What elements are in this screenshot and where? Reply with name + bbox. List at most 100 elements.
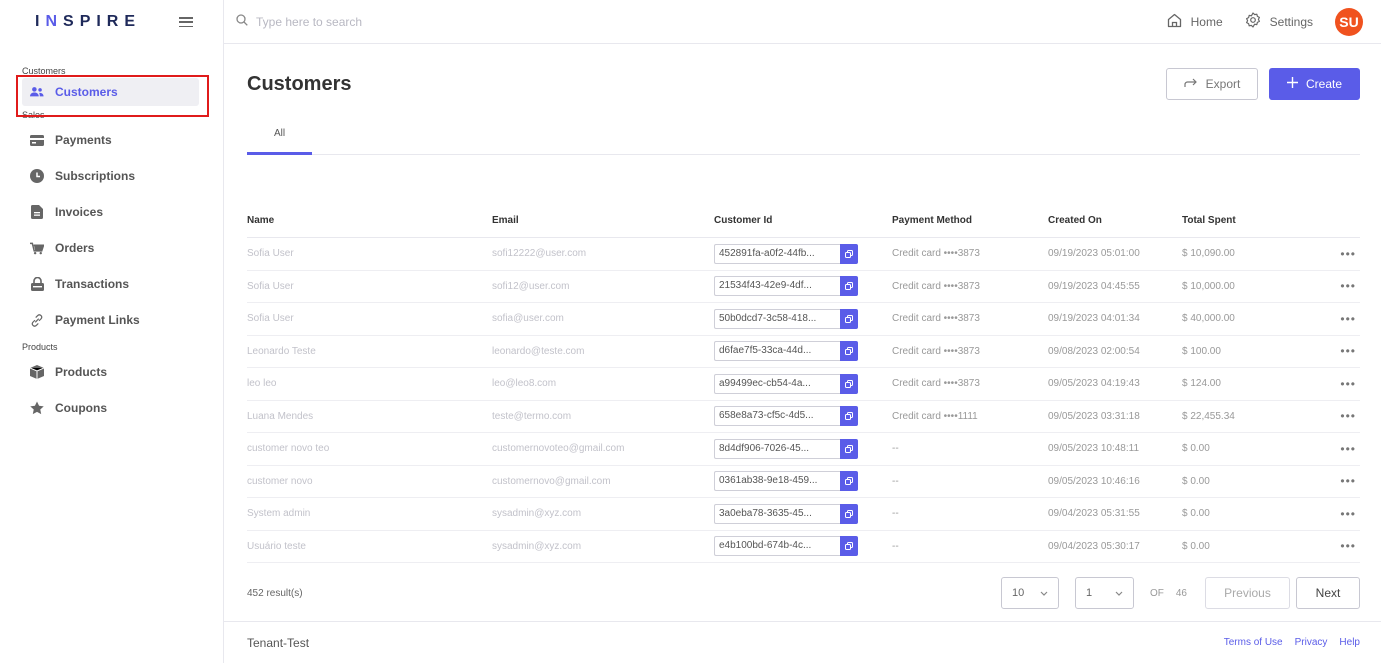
header-payment-method[interactable]: Payment Method <box>892 215 1048 226</box>
customer-id-box: 3a0eba78-3635-45... <box>714 503 892 524</box>
home-icon <box>1167 13 1182 31</box>
cell-customer-id: 3a0eba78-3635-45... <box>714 503 892 524</box>
more-icon[interactable]: ••• <box>1340 474 1356 488</box>
customer-id-text[interactable]: d6fae7f5-33ca-44d... <box>714 341 840 362</box>
more-icon[interactable]: ••• <box>1340 247 1356 261</box>
table-row[interactable]: Usuário teste sysadmin@xyz.com e4b100bd-67… <box>247 531 1360 563</box>
table-row[interactable]: System admin sysadmin@xyz.com 3a0eba78-363… <box>247 498 1360 531</box>
copy-icon[interactable] <box>840 406 858 427</box>
sidebar-item-subscriptions[interactable]: Subscriptions <box>0 158 223 194</box>
footer: Tenant-Test Terms of Use Privacy Help <box>224 621 1381 663</box>
more-icon[interactable]: ••• <box>1340 409 1356 423</box>
section-label-sales: Sales <box>22 110 45 120</box>
table-header: Name Email Customer Id Payment Method Cr… <box>247 204 1360 238</box>
page-size-value: 10 <box>1011 587 1025 599</box>
customer-id-text[interactable]: 8d4df906-7026-45... <box>714 438 840 459</box>
cell-payment-method: -- <box>892 540 899 552</box>
customer-id-box: 452891fa-a0f2-44fb... <box>714 243 892 264</box>
settings-link[interactable]: Settings <box>1245 12 1313 31</box>
table-row[interactable]: customer novo customernovo@gmail.com 0361a… <box>247 466 1360 498</box>
table-row[interactable]: Sofia User sofi12222@user.com 452891fa-a0f… <box>247 238 1360 271</box>
previous-button[interactable]: Previous <box>1205 577 1290 609</box>
sidebar-item-payment-links[interactable]: Payment Links <box>0 302 223 338</box>
pager-controls: 10 1 OF 46 Previous Next <box>1000 577 1360 609</box>
cell-name: System admin <box>247 508 311 520</box>
privacy-link[interactable]: Privacy <box>1295 637 1328 648</box>
customer-id-text[interactable]: 452891fa-a0f2-44fb... <box>714 243 840 264</box>
more-icon[interactable]: ••• <box>1340 344 1356 358</box>
avatar[interactable]: SU <box>1335 7 1363 36</box>
top-right: Home Settings SU <box>1167 7 1381 36</box>
logo-part: SPIRE <box>63 13 142 30</box>
page-title: Customers <box>247 72 352 95</box>
header-created-on[interactable]: Created On <box>1048 215 1182 226</box>
help-link[interactable]: Help <box>1339 637 1360 648</box>
export-label: Export <box>1205 77 1241 91</box>
copy-icon[interactable] <box>840 536 858 557</box>
copy-icon[interactable] <box>840 243 858 264</box>
pagination: 452 result(s) 10 1 OF 46 Previous Next <box>247 563 1360 623</box>
sidebar-item-customers[interactable]: Customers <box>22 78 199 106</box>
copy-icon[interactable] <box>840 503 858 524</box>
sidebar-item-payments[interactable]: Payments <box>0 122 223 158</box>
header-email[interactable]: Email <box>492 215 714 226</box>
create-button[interactable]: Create <box>1269 68 1360 100</box>
home-link[interactable]: Home <box>1167 13 1223 31</box>
menu-icon[interactable] <box>179 17 193 27</box>
more-icon[interactable]: ••• <box>1340 279 1356 293</box>
customer-id-text[interactable]: 0361ab38-9e18-459... <box>714 471 840 492</box>
copy-icon[interactable] <box>840 308 858 329</box>
more-icon[interactable]: ••• <box>1340 377 1356 391</box>
next-button[interactable]: Next <box>1296 577 1360 609</box>
sidebar-item-invoices[interactable]: Invoices <box>0 194 223 230</box>
table-row[interactable]: Luana Mendes teste@termo.com 658e8a73-cf5c… <box>247 401 1360 433</box>
customer-id-text[interactable]: 3a0eba78-3635-45... <box>714 503 840 524</box>
page-number-select[interactable]: 1 <box>1074 577 1134 609</box>
cell-total-spent: $ 10,090.00 <box>1182 248 1235 260</box>
sidebar-item-coupons[interactable]: Coupons <box>0 390 223 426</box>
star-icon <box>30 401 44 415</box>
cell-total-spent: $ 124.00 <box>1182 378 1221 390</box>
more-icon[interactable]: ••• <box>1340 312 1356 326</box>
copy-icon[interactable] <box>840 341 858 362</box>
sidebar-item-orders[interactable]: Orders <box>0 230 223 266</box>
copy-icon[interactable] <box>840 471 858 492</box>
table-row[interactable]: Sofia User sofi12@user.com 21534f43-42e9-4… <box>247 271 1360 303</box>
search-input[interactable] <box>256 14 656 29</box>
tab-all[interactable]: All <box>247 128 312 155</box>
customer-id-text[interactable]: 658e8a73-cf5c-4d5... <box>714 406 840 427</box>
logo[interactable]: INSPIRE <box>35 13 141 31</box>
table-body: Sofia User sofi12222@user.com 452891fa-a0f… <box>247 238 1360 563</box>
cell-created-on: 09/05/2023 03:31:18 <box>1048 410 1140 422</box>
customer-id-text[interactable]: e4b100bd-674b-4c... <box>714 536 840 557</box>
table-row[interactable]: Leonardo Teste leonardo@teste.com d6fae7f5… <box>247 336 1360 368</box>
header-name[interactable]: Name <box>247 215 492 226</box>
cell-customer-id: 658e8a73-cf5c-4d5... <box>714 406 892 427</box>
terms-link[interactable]: Terms of Use <box>1224 637 1283 648</box>
cell-email: sofi12@user.com <box>492 280 570 292</box>
customer-id-text[interactable]: 21534f43-42e9-4df... <box>714 276 840 297</box>
sidebar-item-label: Coupons <box>55 401 107 415</box>
table-row[interactable]: Sofia User sofia@user.com 50b0dcd7-3c58-41… <box>247 303 1360 336</box>
more-icon[interactable]: ••• <box>1340 507 1356 521</box>
more-icon[interactable]: ••• <box>1340 442 1356 456</box>
copy-icon[interactable] <box>840 373 858 394</box>
copy-icon[interactable] <box>840 276 858 297</box>
cell-name: customer novo <box>247 475 313 487</box>
table-row[interactable]: customer novo teo customernovoteo@gmail.c… <box>247 433 1360 466</box>
cell-email: sofia@user.com <box>492 313 564 325</box>
table-row[interactable]: leo leo leo@leo8.com a99499ec-cb54-4a... Cr… <box>247 368 1360 401</box>
copy-icon[interactable] <box>840 438 858 459</box>
sidebar-item-products[interactable]: Products <box>0 354 223 390</box>
more-icon[interactable]: ••• <box>1340 539 1356 553</box>
cell-name: Usuário teste <box>247 540 306 552</box>
cell-created-on: 09/19/2023 04:45:55 <box>1048 280 1140 292</box>
file-icon <box>30 205 44 219</box>
customer-id-text[interactable]: 50b0dcd7-3c58-418... <box>714 308 840 329</box>
sidebar-item-transactions[interactable]: Transactions <box>0 266 223 302</box>
export-button[interactable]: Export <box>1166 68 1258 100</box>
customer-id-text[interactable]: a99499ec-cb54-4a... <box>714 373 840 394</box>
header-customer-id[interactable]: Customer Id <box>714 215 892 226</box>
page-size-select[interactable]: 10 <box>1000 577 1059 609</box>
header-total-spent[interactable]: Total Spent <box>1182 215 1332 226</box>
